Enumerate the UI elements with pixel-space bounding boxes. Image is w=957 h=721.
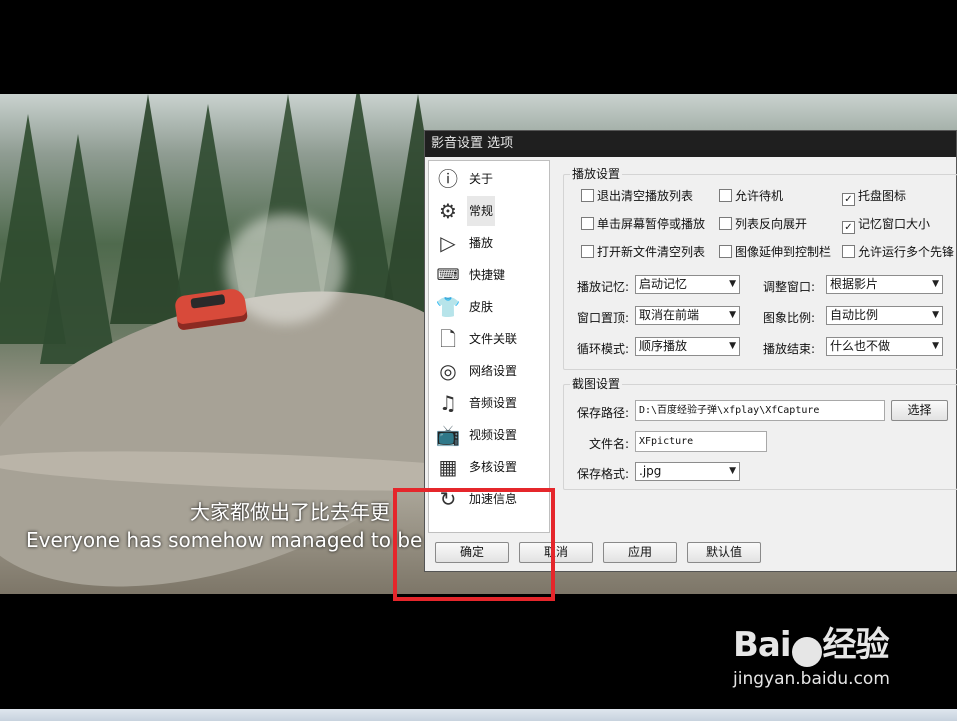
dropdown-arrow-icon: ▼ [729,341,736,351]
checkbox-box[interactable] [719,245,732,258]
dialog-title[interactable]: 影音设置 选项 [425,131,956,157]
shirt-icon: 👕 [435,295,461,319]
checkbox-box[interactable] [581,189,594,202]
dropdown-arrow-icon: ▼ [932,279,939,289]
save-path-input[interactable]: D:\百度经验子弹\xfplay\XfCapture [635,400,885,421]
window-on-top-select[interactable]: 取消在前端 ▼ [635,306,740,325]
keyboard-icon: ⌨ [436,265,460,284]
checkbox-list-reverse[interactable]: 列表反向展开 [719,216,807,232]
window-on-top-label: 窗口置顶: [577,311,630,325]
save-format-select[interactable]: .jpg ▼ [635,462,740,481]
aspect-ratio-label: 图象比例: [763,311,816,325]
gear-icon: ⚙ [439,199,457,223]
filename-label: 文件名: [589,437,630,451]
dropdown-arrow-icon: ▼ [729,279,736,289]
checkbox-clear-playlist-on-exit[interactable]: 退出清空播放列表 [581,188,693,204]
check-icon[interactable]: ✓ [842,221,855,234]
loop-mode-label: 循环模式: [577,342,630,356]
check-icon[interactable]: ✓ [842,193,855,206]
play-end-label: 播放结束: [763,342,816,356]
dropdown-arrow-icon: ▼ [729,466,736,476]
watermark-logo: Bai [733,625,792,665]
paw-icon [791,636,822,667]
checkbox-box[interactable] [842,245,855,258]
play-memory-select[interactable]: 启动记忆 ▼ [635,275,740,294]
nav-item-audio[interactable]: ♫ 音频设置 [433,388,545,418]
play-memory-label: 播放记忆: [577,280,630,294]
highlight-box [393,488,555,601]
save-format-label: 保存格式: [577,467,630,481]
playback-group-title: 播放设置 [570,165,623,182]
checkbox-box[interactable] [581,217,594,230]
nav-item-general[interactable]: ⚙ 常规 [433,196,545,226]
adjust-window-label: 调整窗口: [763,280,816,294]
taskbar-strip [0,709,957,721]
baidu-watermark: Bai 经验 jingyan.baidu.com [733,617,890,689]
checkbox-allow-standby[interactable]: 允许待机 [719,188,783,204]
network-icon: ◎ [439,359,457,383]
subtitle-chinese: 大家都做出了比去年更 [190,500,390,524]
loop-mode-select[interactable]: 顺序播放 ▼ [635,337,740,356]
aspect-ratio-select[interactable]: 自动比例 ▼ [826,306,943,325]
checkbox-box[interactable] [581,245,594,258]
checkbox-click-pause[interactable]: 单击屏幕暂停或播放 [581,216,705,232]
dropdown-arrow-icon: ▼ [932,310,939,320]
checkbox-box[interactable] [719,217,732,230]
nav-item-video[interactable]: 📺 视频设置 [433,420,545,450]
settings-nav: ⓘ 关于 ⚙ 常规 ▷ 播放 ⌨ 快捷键 👕 皮肤 🗋 文件关联 ◎ 网络设置 … [428,160,550,533]
nav-item-skin[interactable]: 👕 皮肤 [433,292,545,322]
file-icon: 🗋 [439,327,457,351]
nav-item-network[interactable]: ◎ 网络设置 [433,356,545,386]
info-icon: ⓘ [438,167,458,191]
checkbox-box[interactable] [719,189,732,202]
capture-group-title: 截图设置 [570,375,623,392]
playback-group: 播放设置 退出清空播放列表 允许待机 ✓ 托盘图标 单击屏幕暂停或播放 列表反向展… [563,165,957,370]
tv-icon: 📺 [435,423,461,447]
default-button[interactable]: 默认值 [687,542,761,563]
dropdown-arrow-icon: ▼ [932,341,939,351]
play-icon: ▷ [440,231,456,255]
checkbox-extend-image[interactable]: 图像延伸到控制栏 [719,244,831,260]
nav-item-playback[interactable]: ▷ 播放 [433,228,545,258]
tree [40,134,116,364]
watermark-url: jingyan.baidu.com [733,669,890,689]
checkbox-clear-list-on-open[interactable]: 打开新文件清空列表 [581,244,705,260]
filename-input[interactable]: XFpicture [635,431,767,452]
apply-button[interactable]: 应用 [603,542,677,563]
multicore-icon: ▦ [438,455,458,479]
watermark-logo-tail: 经验 [822,625,890,665]
play-end-select[interactable]: 什么也不做 ▼ [826,337,943,356]
capture-group: 截图设置 保存路径: D:\百度经验子弹\xfplay\XfCapture 选择… [563,375,957,490]
save-path-label: 保存路径: [577,406,630,420]
dropdown-arrow-icon: ▼ [729,310,736,320]
checkbox-tray-icon[interactable]: ✓ 托盘图标 [842,188,906,206]
nav-item-file-association[interactable]: 🗋 文件关联 [433,324,545,354]
browse-button[interactable]: 选择 [891,400,948,421]
checkbox-allow-multiple[interactable]: 允许运行多个先锋 [842,244,954,260]
nav-item-shortcuts[interactable]: ⌨ 快捷键 [433,260,545,290]
settings-content: 播放设置 退出清空播放列表 允许待机 ✓ 托盘图标 单击屏幕暂停或播放 列表反向展… [555,160,957,533]
adjust-window-select[interactable]: 根据影片 ▼ [826,275,943,294]
nav-item-multicore[interactable]: ▦ 多核设置 [433,452,545,482]
audio-icon: ♫ [439,391,457,415]
checkbox-remember-window-size[interactable]: ✓ 记忆窗口大小 [842,216,930,234]
nav-item-about[interactable]: ⓘ 关于 [433,164,545,194]
